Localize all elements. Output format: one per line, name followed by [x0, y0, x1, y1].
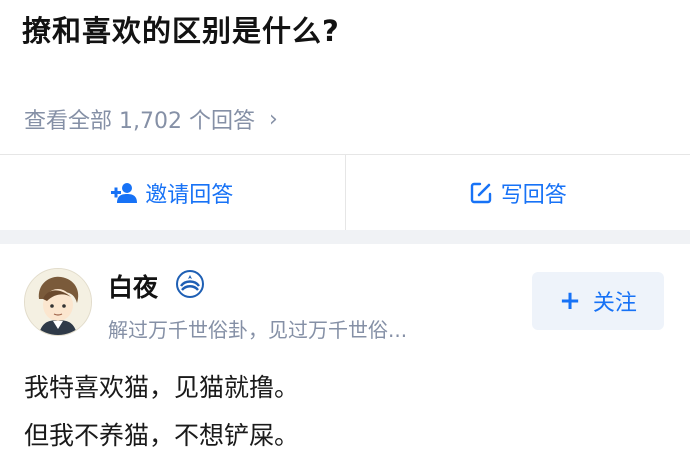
author-name[interactable]: 白夜: [108, 268, 158, 304]
chevron-right-icon: ›: [268, 106, 278, 132]
zhihu-question-page: 撩和喜欢的区别是什么? 查看全部 1,702 个回答 › 邀请回答 写回答 白夜…: [0, 0, 690, 471]
section-divider: [0, 230, 690, 244]
invite-answer-label: 邀请回答: [145, 183, 234, 208]
answer-action-bar: 邀请回答 写回答: [0, 154, 690, 231]
follow-button[interactable]: + 关注: [532, 272, 664, 330]
write-answer-button[interactable]: 写回答: [344, 155, 690, 231]
answer-content[interactable]: 我特喜欢猫，见猫就撸。 但我不养猫，不想铲屎。: [24, 364, 299, 460]
answer-author-row: 白夜 解过万千世俗卦，见过万千世俗... + 关注: [0, 244, 690, 344]
write-answer-label: 写回答: [500, 183, 567, 208]
question-title[interactable]: 撩和喜欢的区别是什么?: [22, 8, 340, 50]
answer-line: 我特喜欢猫，见猫就撸。: [24, 373, 300, 402]
follow-label: 关注: [592, 291, 637, 316]
avatar[interactable]: [24, 268, 92, 336]
view-all-answers-link[interactable]: 查看全部 1,702 个回答 ›: [24, 103, 278, 135]
author-bio: 解过万千世俗卦，见过万千世俗...: [108, 318, 408, 342]
plus-icon: +: [559, 286, 581, 316]
verified-badge-icon: [176, 270, 204, 302]
answer-line: 但我不养猫，不想铲屎。: [24, 421, 300, 450]
add-person-icon: [111, 182, 138, 204]
invite-answer-button[interactable]: 邀请回答: [0, 155, 345, 231]
view-all-label: 查看全部 1,702 个回答: [24, 109, 255, 134]
edit-icon: [469, 181, 493, 205]
